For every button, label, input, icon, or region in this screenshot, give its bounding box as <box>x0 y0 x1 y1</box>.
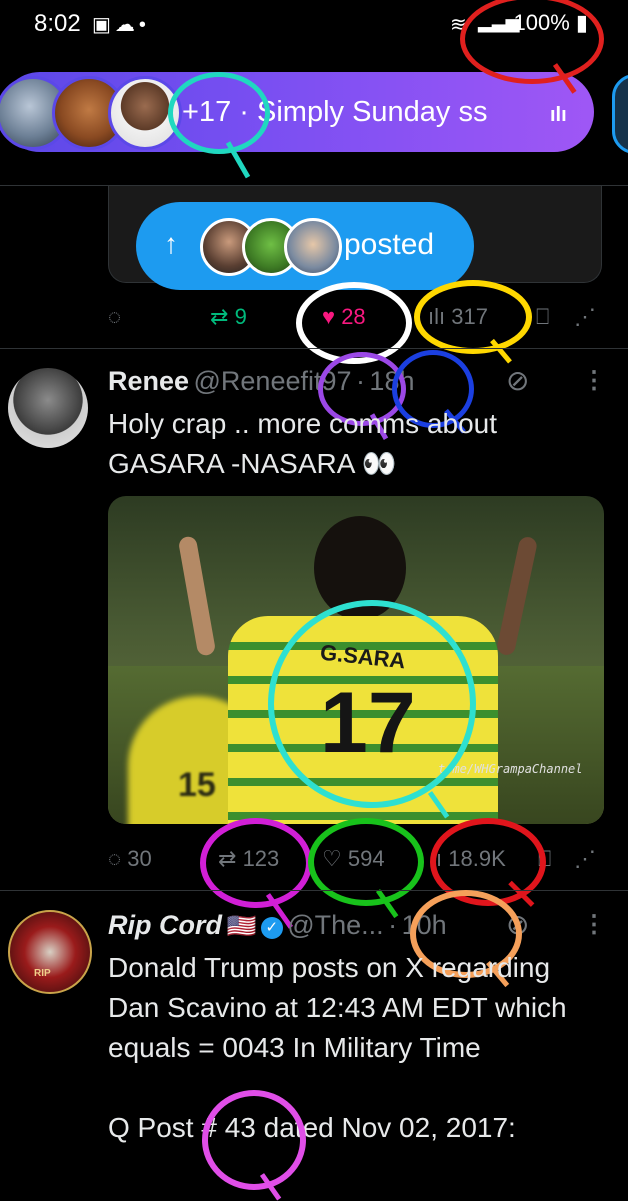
user-name[interactable]: Renee <box>108 366 189 396</box>
next-space-avatar[interactable] <box>612 74 628 154</box>
notification-icons: ▣☁• <box>92 12 150 37</box>
posted-label: posted <box>344 228 435 261</box>
annotation-circle-green <box>308 818 424 906</box>
status-time: 8:02 <box>34 10 81 37</box>
user-name[interactable]: Rip Cord <box>108 910 222 940</box>
player-arm <box>495 535 539 657</box>
photo-icon: ▣ <box>92 14 115 36</box>
cloud-icon: ☁ <box>114 14 139 36</box>
tweet-text: Holy crap .. more comms about GASARA -NA… <box>108 408 498 479</box>
user-avatar[interactable] <box>8 910 92 994</box>
player-arm <box>177 535 217 657</box>
annotation-circle-pink <box>202 1090 306 1190</box>
dot-icon: • <box>138 14 150 36</box>
verified-icon: ✓ <box>260 917 283 939</box>
share-icon[interactable]: ⋰ <box>574 846 596 872</box>
divider <box>0 890 628 891</box>
flag-icon: 🇺🇸 <box>226 913 257 940</box>
annotation-circle-teal <box>268 600 476 808</box>
audio-icon[interactable]: ılı <box>550 104 567 127</box>
bookmark-icon[interactable]: ⎕ <box>536 304 549 330</box>
tweet-text: Donald Trump posts on X regarding Dan Sc… <box>108 952 567 1143</box>
reply-icon: ◌ <box>108 846 122 871</box>
repost-button[interactable]: ⇄ 9 <box>210 304 247 330</box>
image-watermark: t.me/WHGrampaChannel <box>438 762 583 776</box>
annotation-circle-yellow <box>414 280 532 354</box>
arrow-up-icon: ↑ <box>164 228 178 259</box>
tweet-header: Rip Cord 🇺🇸 ✓ @The... · 10h <box>108 910 447 940</box>
new-posts-pill[interactable]: ↑ posted <box>136 202 474 290</box>
grok-icon[interactable]: ⊘ <box>506 364 529 397</box>
repost-icon: ⇄ <box>210 304 229 329</box>
more-icon[interactable]: ⋮ <box>582 366 606 395</box>
more-icon[interactable]: ⋮ <box>582 910 606 939</box>
annotation-circle-teal <box>168 72 270 154</box>
divider <box>0 348 628 349</box>
user-avatar[interactable] <box>8 368 88 448</box>
reply-button[interactable]: ◌ 30 <box>108 846 152 872</box>
annotation-circle-red <box>460 0 604 84</box>
poster-avatar <box>284 218 342 276</box>
user-handle[interactable]: @The... <box>287 910 383 940</box>
reply-icon[interactable]: ◌ <box>108 304 121 330</box>
share-icon[interactable]: ⋰ <box>574 304 596 330</box>
annotation-circle-magenta <box>200 818 312 908</box>
